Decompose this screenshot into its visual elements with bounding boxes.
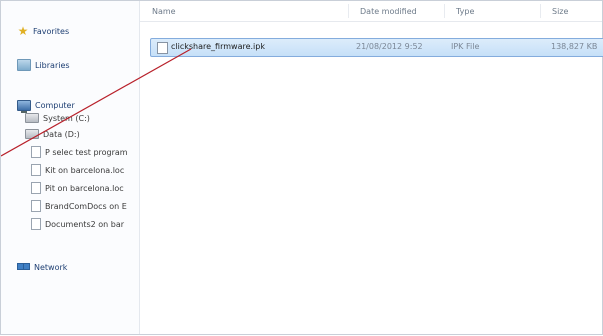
annotation-pointer <box>1 48 192 157</box>
explorer-window: ★ Favorites Libraries Computer System (C… <box>0 0 603 335</box>
annotation-line <box>1 48 192 157</box>
